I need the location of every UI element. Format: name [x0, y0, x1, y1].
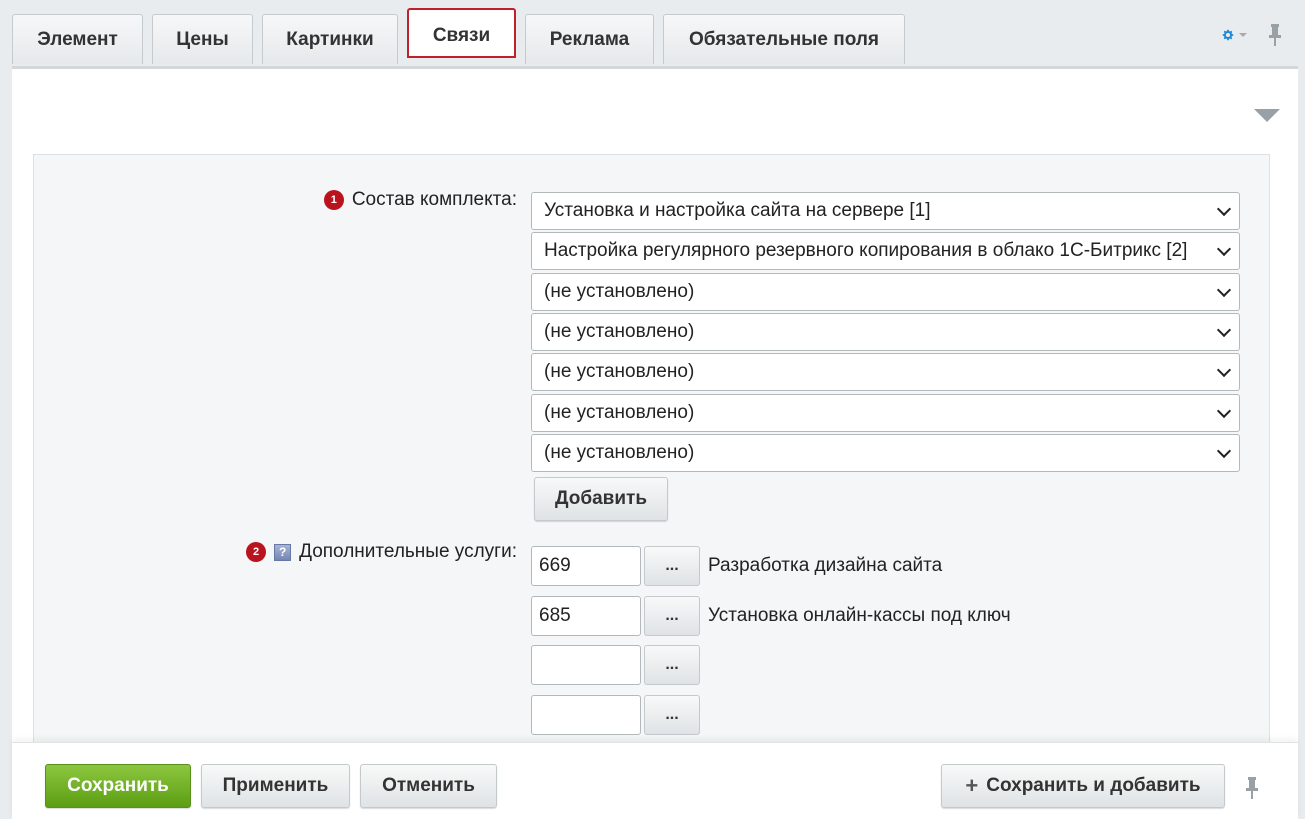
plus-icon: +: [965, 773, 979, 798]
kit-select-value: (не установлено): [544, 402, 695, 423]
kit-select-value: Установка и настройка сайта на сервере […: [544, 200, 931, 221]
services-label: 2 ? Дополнительные услуги:: [246, 541, 517, 563]
kit-select-value: (не установлено): [544, 321, 695, 342]
tab-required-fields[interactable]: Обязательные поля: [663, 14, 905, 64]
service-name-1: Разработка дизайна сайта: [708, 555, 943, 576]
add-kit-button[interactable]: Добавить: [534, 477, 668, 521]
save-button[interactable]: Сохранить: [45, 764, 191, 808]
help-icon[interactable]: ?: [274, 543, 292, 561]
chevron-down-icon: [1216, 362, 1232, 378]
kit-select-4[interactable]: (не установлено): [531, 313, 1240, 351]
service-browse-button-1[interactable]: ...: [644, 546, 700, 586]
kit-select-value: (не установлено): [544, 281, 695, 302]
chevron-down-icon: [1216, 282, 1232, 298]
tab-bar: Элемент Цены Картинки Связи Реклама Обяз…: [12, 8, 914, 66]
tab-prices[interactable]: Цены: [152, 14, 253, 64]
form-area: 1 Состав комплекта: Установка и настройк…: [33, 154, 1270, 754]
apply-button[interactable]: Применить: [201, 764, 350, 808]
form-footer: Сохранить Применить Отменить + Сохранить…: [12, 742, 1298, 819]
cancel-button[interactable]: Отменить: [360, 764, 497, 808]
kit-select-1[interactable]: Установка и настройка сайта на сервере […: [531, 192, 1240, 230]
kit-select-6[interactable]: (не установлено): [531, 394, 1240, 432]
chevron-down-icon: [1216, 241, 1232, 257]
save-and-add-button[interactable]: + Сохранить и добавить: [941, 764, 1225, 808]
service-browse-button-3[interactable]: ...: [644, 645, 700, 685]
chevron-down-icon: [1216, 443, 1232, 459]
pin-icon[interactable]: [1267, 23, 1283, 47]
service-id-input-2[interactable]: 685: [531, 596, 641, 636]
tab-panel: 1 Состав комплекта: Установка и настройк…: [12, 66, 1298, 754]
services-label-text: Дополнительные услуги:: [299, 541, 517, 562]
kit-select-7[interactable]: (не установлено): [531, 434, 1240, 472]
kit-select-value: Настройка регулярного резервного копиров…: [544, 240, 1188, 261]
kit-select-value: (не установлено): [544, 442, 695, 463]
chevron-down-icon: [1216, 403, 1232, 419]
chevron-down-icon: [1216, 322, 1232, 338]
kit-select-3[interactable]: (не установлено): [531, 273, 1240, 311]
service-browse-button-4[interactable]: ...: [644, 695, 700, 735]
chevron-down-icon: [1216, 201, 1232, 217]
kit-select-5[interactable]: (не установлено): [531, 353, 1240, 391]
badge-1: 1: [323, 190, 344, 210]
chevron-down-icon: [1239, 33, 1247, 37]
kit-label-text: Состав комплекта:: [351, 189, 517, 210]
service-browse-button-2[interactable]: ...: [644, 596, 700, 636]
service-id-input-4[interactable]: [531, 695, 641, 735]
tab-advertising[interactable]: Реклама: [525, 14, 654, 64]
gear-settings[interactable]: [1221, 22, 1247, 48]
badge-2: 2: [246, 542, 267, 562]
service-name-2: Установка онлайн-кассы под ключ: [708, 605, 1011, 626]
kit-label: 1 Состав комплекта:: [323, 189, 517, 211]
tab-element[interactable]: Элемент: [12, 14, 143, 64]
tab-tools: [1221, 22, 1283, 48]
tab-images[interactable]: Картинки: [262, 14, 398, 64]
save-and-add-label: Сохранить и добавить: [986, 775, 1201, 796]
service-id-input-1[interactable]: 669: [531, 546, 641, 586]
service-id-input-3[interactable]: [531, 645, 641, 685]
collapse-arrow-icon[interactable]: [1254, 109, 1280, 122]
pin-icon[interactable]: [1244, 776, 1260, 800]
gear-icon: [1222, 29, 1234, 41]
kit-select-2[interactable]: Настройка регулярного резервного копиров…: [531, 232, 1240, 270]
tab-links[interactable]: Связи: [407, 8, 516, 58]
kit-select-value: (не установлено): [544, 361, 695, 382]
